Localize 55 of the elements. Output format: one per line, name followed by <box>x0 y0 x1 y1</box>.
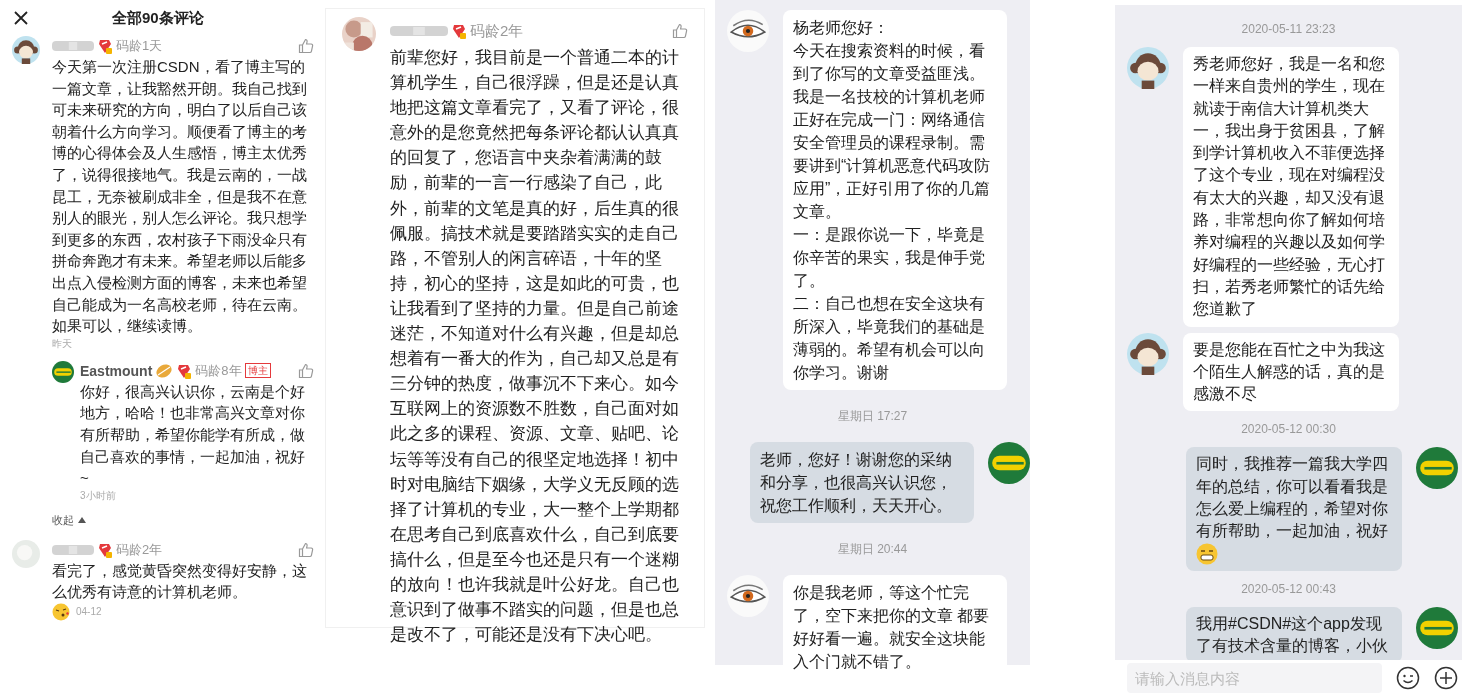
message-text: 一：是跟你说一下，毕竟是你辛苦的果实，我是伸手党了。 <box>793 225 986 291</box>
blurred-name <box>52 39 94 53</box>
panel-title: 全部90条评论 <box>112 8 204 28</box>
level-badge-icon <box>451 23 467 39</box>
message-text: 要是您能在百忙之中为我这个陌生人解惑的话，真的是感激不尽 <box>1193 339 1386 405</box>
eye-avatar <box>727 575 769 617</box>
code-age: 码龄2年 <box>470 21 524 41</box>
message-time: 2020-05-12 00:43 <box>1240 580 1337 597</box>
level-badge-icon <box>97 38 113 54</box>
message-time: 2020-05-11 23:23 <box>1240 21 1337 37</box>
message-text: 我用#CSDN#这个app发现了有技术含量的博客，小伙 <box>1196 613 1389 656</box>
monkey-avatar <box>1127 47 1169 89</box>
level-badge-icon <box>176 362 193 379</box>
caret-up-icon <box>78 517 86 524</box>
like-icon[interactable] <box>298 541 314 558</box>
message-text: 今天在搜索资料的时候，看到了你写的文章受益匪浅。 <box>793 41 986 84</box>
message-text: 杨老师您好： <box>793 18 890 38</box>
logo-avatar <box>52 360 74 383</box>
message-text: 我是一名技校的计算机老师正好在完成一门：网络通信安全管理员的课程录制。需要讲到“计算机恶意代码攻防应用”，正好引用了你的几篇文章。 <box>793 87 992 222</box>
monkey-avatar <box>12 36 40 64</box>
code-age: 码龄2年 <box>116 540 163 559</box>
close-icon[interactable] <box>14 11 28 25</box>
eye-avatar <box>727 10 769 52</box>
message-text: 二：自己也想在安全这块有所深入，毕竟我们的基础是薄弱的。希望有机会可以向你学习。谢谢 <box>793 294 986 383</box>
level-badge-icon <box>97 541 113 558</box>
like-icon[interactable] <box>298 38 314 54</box>
code-age: 码龄8年 <box>195 361 242 380</box>
blurred-name <box>52 542 94 557</box>
comment-text: 看完了，感觉黄昏突然变得好安静，这么优秀有诗意的计算机老师。 <box>52 560 308 603</box>
message-text: 老师，您好！谢谢您的采纳和分享，也很高兴认识您，祝您工作顺利，天天开心。 <box>760 450 953 516</box>
message-time: 星期日 17:27 <box>836 408 909 424</box>
author-tag: 博主 <box>244 363 271 379</box>
message-time: 星期日 20:44 <box>836 541 909 557</box>
emoji-button-icon[interactable] <box>1396 666 1420 690</box>
collapse-link[interactable]: 收起 <box>52 512 74 528</box>
message-text: 同时，我推荐一篇我大学四年的总结，你可以看看我是怎么爱上编程的，希望对你有所帮助，一起加油，祝好 <box>1196 454 1389 542</box>
comment-text: 今天第一次注册CSDN，看了博主写的一篇文章，让我豁然开朗。我自己找到可未来研究的方向，明白了以后自己该朝着什么方向学习。顺便看了博主的考博的心得体会及人生感悟，博主太优秀了，说得很接地气。我是云南的，一战昆工，无奈被刷成非全，但是我不在意别人的眼光，别人怎么评论。我只想学到更多的东西，农村孩子下雨没伞只有拼命奔跑才有未来。希望老师以后能多出点入侵检测方面的博客，未来也希望自己能成为一名高校老师，待在云南。如果可以，继续读博。 <box>52 57 308 337</box>
message-time: 2020-05-12 00:30 <box>1240 421 1337 438</box>
user-name[interactable]: Eastmount <box>80 362 153 379</box>
monkey-avatar <box>1127 332 1169 375</box>
blurred-name <box>390 24 448 38</box>
comment-time: 昨天 <box>52 336 72 351</box>
logo-avatar <box>1416 447 1458 490</box>
message-text: 秀老师您好，我是一名和您一样来自贵州的学生，现在就读于南信大计算机类大一，我出身于贫困县，了解到学计算机收入不菲便选择了这个专业，现在对编程没有太大的兴趣，却又没有退路，非常想向你了解如何培养对编程的兴趣以及如何学好编程的一些经验，无心打扫，若秀老师繁忙的话先给您道歉了 <box>1193 54 1386 320</box>
like-icon[interactable] <box>298 362 314 379</box>
code-age: 码龄1天 <box>116 37 163 55</box>
comment-text: 前辈您好，我目前是一个普通二本的计算机学生，自己很浮躁，但是还是认真地把这篇文章看完了，又看了评论，很意外的是您竟然把每条评论都认认真真的回复了，您语言中夹杂着满满的鼓励，前辈的一言一行感染了自己，此外，前辈的文笔是真的好，后生真的很佩服。搞技术就是要踏踏实实的走自己路，不管别人的闲言碎语，十年的坚持，初心的坚持，这是如此的可贵，也让我看到了坚持的力量。但是自己前途迷茫，不知道对什么有兴趣，但是却总想着有一番大的作为，自己却又总是有三分钟的热度，做事沉不下来心。如今互联网上的资源数不胜数，自己面对如此之多的课程、资源、文章、贴吧、论坛等等没有自己的很坚定地选择！初中时对电脑结下姻缘，大学义无反顾的选择了计算机的专业，大一整个上学期都在思考自己到底喜欢什么，自己到底要搞什么，但是至今也还是只有一个迷糊的放向！也许我就是叶公好龙。自己也意识到了做事不踏实的问题，但是也总是改不了，可能还是没有下决心吧。 <box>390 47 680 647</box>
comment-text: 你好，很高兴认识你，云南是个好地方，哈哈！也非常高兴文章对你有所帮助，希望你能学有所成，做自己喜欢的事情，一起加油，祝好~ <box>80 381 306 489</box>
like-icon[interactable] <box>672 23 688 39</box>
comment-time: 04-12 <box>76 604 102 619</box>
message-text: 你是我老师，等这个忙完了，空下来把你的文章 都要好好看一遍。就安全这块能入个门就不错了。 <box>793 583 991 672</box>
add-icon[interactable] <box>1434 666 1458 690</box>
logo-avatar <box>1416 606 1458 649</box>
comment-time: 3小时前 <box>80 488 116 503</box>
logo-avatar <box>988 442 1030 484</box>
